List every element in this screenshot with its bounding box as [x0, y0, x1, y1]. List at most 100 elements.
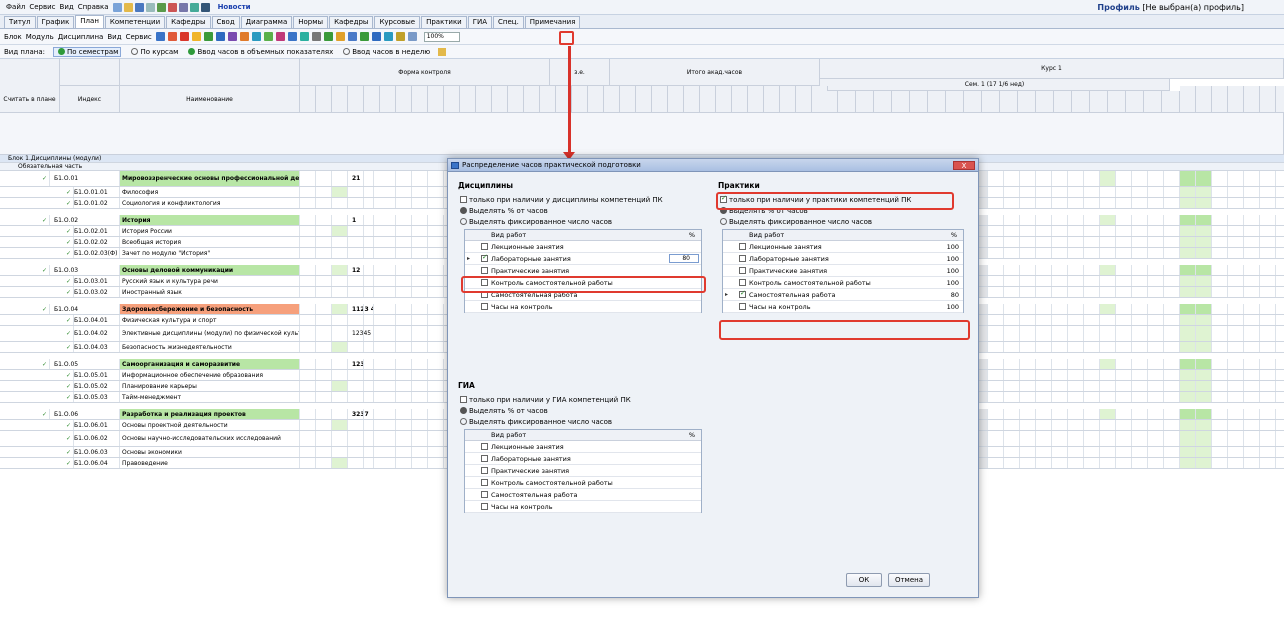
- cell[interactable]: [1244, 265, 1260, 275]
- cell[interactable]: [396, 198, 412, 208]
- cell[interactable]: [380, 447, 396, 457]
- cell[interactable]: [1100, 215, 1116, 225]
- cell[interactable]: [1116, 171, 1132, 186]
- cell[interactable]: [1036, 420, 1052, 430]
- cell[interactable]: [1068, 420, 1084, 430]
- cell[interactable]: [1020, 287, 1036, 297]
- toolbar-icon-1[interactable]: [167, 32, 177, 41]
- cell[interactable]: [1084, 276, 1100, 286]
- cell[interactable]: [1100, 359, 1116, 369]
- toolbar-icon-3[interactable]: [191, 32, 201, 41]
- cell[interactable]: [1068, 187, 1084, 197]
- cell[interactable]: [428, 370, 444, 380]
- cell[interactable]: [1276, 187, 1284, 197]
- toolbar-icon-17[interactable]: [359, 32, 369, 41]
- cell[interactable]: [1276, 392, 1284, 402]
- cell[interactable]: [332, 315, 348, 325]
- cell[interactable]: [1116, 265, 1132, 275]
- weekly-hours-option[interactable]: Ввод часов в неделю: [341, 48, 430, 56]
- cell[interactable]: [1036, 431, 1052, 446]
- cell[interactable]: [1196, 248, 1212, 258]
- cell[interactable]: [1004, 326, 1020, 341]
- cell[interactable]: [1164, 420, 1180, 430]
- cell[interactable]: [1132, 420, 1148, 430]
- cell[interactable]: [1004, 409, 1020, 419]
- cell[interactable]: [396, 392, 412, 402]
- cell[interactable]: [332, 304, 348, 314]
- save-icon[interactable]: [134, 2, 144, 12]
- cell[interactable]: [1068, 265, 1084, 275]
- cell[interactable]: [1228, 431, 1244, 446]
- work-row[interactable]: Часы на контроль 100: [723, 301, 963, 313]
- news-link[interactable]: Новости: [218, 3, 251, 11]
- tab-11[interactable]: ГИА: [467, 16, 493, 28]
- cell[interactable]: [1084, 431, 1100, 446]
- cell[interactable]: [300, 431, 316, 446]
- cell[interactable]: [1148, 409, 1164, 419]
- cell[interactable]: [316, 248, 332, 258]
- checkbox-icon[interactable]: [739, 279, 746, 286]
- cell[interactable]: [332, 198, 348, 208]
- cell[interactable]: [1212, 287, 1228, 297]
- cell[interactable]: [396, 171, 412, 186]
- cell[interactable]: [1196, 287, 1212, 297]
- cell[interactable]: [1148, 237, 1164, 247]
- cell[interactable]: [1100, 326, 1116, 341]
- cell[interactable]: [300, 409, 316, 419]
- cell[interactable]: [412, 226, 428, 236]
- cell[interactable]: [1196, 326, 1212, 341]
- by-course-option[interactable]: По курсам: [129, 48, 178, 56]
- cell[interactable]: [1100, 370, 1116, 380]
- cell[interactable]: [1276, 265, 1284, 275]
- work-row[interactable]: Практические занятия 100: [723, 265, 963, 277]
- cell[interactable]: [1276, 420, 1284, 430]
- cell[interactable]: [1116, 215, 1132, 225]
- work-row[interactable]: ▸ ✓ Лабораторные занятия 80: [465, 253, 701, 265]
- menu-service[interactable]: Сервис: [29, 3, 55, 11]
- cell[interactable]: [1260, 215, 1276, 225]
- work-row[interactable]: Лабораторные занятия: [465, 453, 701, 465]
- cell[interactable]: [1228, 392, 1244, 402]
- cell[interactable]: [1244, 187, 1260, 197]
- cell[interactable]: [316, 237, 332, 247]
- cell[interactable]: [1244, 409, 1260, 419]
- cell[interactable]: [1116, 342, 1132, 352]
- cell[interactable]: [988, 326, 1004, 341]
- cell[interactable]: [1100, 187, 1116, 197]
- cell[interactable]: [988, 392, 1004, 402]
- cell[interactable]: [316, 171, 332, 186]
- cell[interactable]: [1084, 304, 1100, 314]
- cell[interactable]: [1052, 304, 1068, 314]
- cell[interactable]: [988, 359, 1004, 369]
- cell[interactable]: [1100, 265, 1116, 275]
- cell[interactable]: [1020, 226, 1036, 236]
- cell[interactable]: [348, 326, 364, 341]
- tab-8[interactable]: Кафедры: [329, 16, 374, 28]
- cell[interactable]: [1036, 392, 1052, 402]
- cell[interactable]: [1004, 315, 1020, 325]
- cell[interactable]: [1212, 431, 1228, 446]
- cell[interactable]: [1004, 447, 1020, 457]
- cell[interactable]: [1052, 342, 1068, 352]
- cell[interactable]: [1148, 315, 1164, 325]
- cell[interactable]: [412, 287, 428, 297]
- checkbox-icon[interactable]: [739, 255, 746, 262]
- checkbox-icon[interactable]: [481, 243, 488, 250]
- cell[interactable]: [1100, 447, 1116, 457]
- cell[interactable]: [1196, 304, 1212, 314]
- cell[interactable]: [1052, 187, 1068, 197]
- cell[interactable]: [1244, 392, 1260, 402]
- cell[interactable]: [1132, 447, 1148, 457]
- cell[interactable]: [412, 237, 428, 247]
- cell[interactable]: [348, 187, 364, 197]
- cell[interactable]: [1100, 409, 1116, 419]
- cell[interactable]: [1004, 187, 1020, 197]
- cell[interactable]: [988, 187, 1004, 197]
- cell[interactable]: [396, 226, 412, 236]
- cell[interactable]: [332, 381, 348, 391]
- cell[interactable]: [380, 187, 396, 197]
- cell[interactable]: [1180, 226, 1196, 236]
- cell[interactable]: [412, 171, 428, 186]
- tab-12[interactable]: Спец.: [493, 16, 524, 28]
- cell[interactable]: [1084, 287, 1100, 297]
